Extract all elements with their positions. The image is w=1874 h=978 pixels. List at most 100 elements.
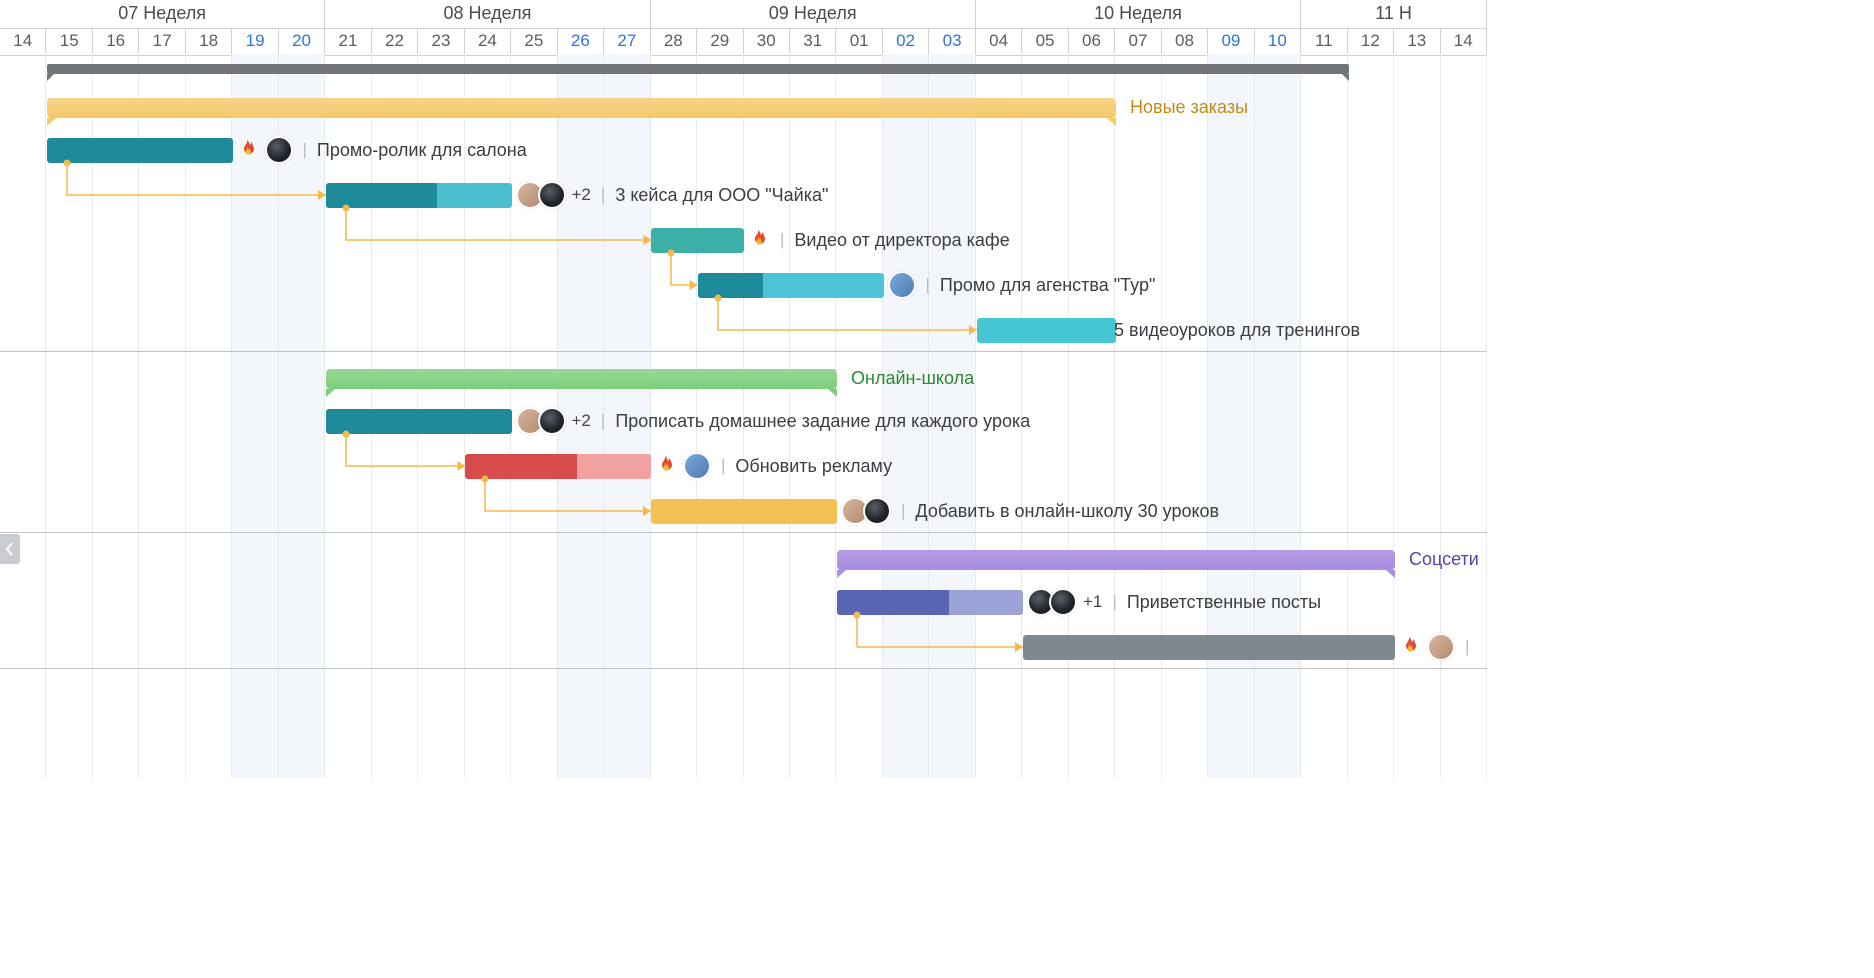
day-number: 07	[1129, 29, 1148, 53]
day-header-cell[interactable]: 13	[1394, 29, 1440, 55]
task-meta: | Промо-ролик для салона	[231, 135, 527, 165]
week-header-cell[interactable]: 07 Неделя	[0, 0, 325, 28]
task-meta: +2 | 3 кейса для ООО "Чайка"	[510, 180, 829, 210]
task-bar[interactable]	[977, 318, 1117, 343]
day-header-cell[interactable]: 16	[93, 29, 139, 55]
week-header-cell[interactable]: 09 Неделя	[651, 0, 976, 28]
week-label: 09 Неделя	[769, 3, 857, 23]
task-bar[interactable]	[698, 273, 884, 298]
day-header-cell[interactable]: 27	[604, 29, 650, 55]
day-header-cell[interactable]: 06	[1069, 29, 1115, 55]
day-header-cell[interactable]: 14	[1441, 29, 1487, 55]
day-header-cell[interactable]: 20	[279, 29, 325, 55]
day-header-cell[interactable]: 10	[1255, 29, 1301, 55]
day-number: 03	[943, 29, 962, 53]
day-header-cell[interactable]: 12	[1348, 29, 1394, 55]
task-title: Промо-ролик для салона	[317, 140, 527, 161]
avatar-plus-count: +2	[572, 185, 591, 205]
avatar-stack	[516, 407, 566, 435]
week-label: 08 Неделя	[444, 3, 532, 23]
avatar	[265, 136, 293, 164]
day-header-cell[interactable]: 26	[558, 29, 604, 55]
day-header-cell[interactable]: 02	[883, 29, 929, 55]
task-bar[interactable]	[326, 409, 512, 434]
task-meta: 5 видеоуроков для тренингов	[1114, 315, 1360, 345]
week-header-cell[interactable]: 08 Неделя	[325, 0, 650, 28]
day-header-cell[interactable]: 01	[836, 29, 882, 55]
day-header-cell[interactable]: 08	[1162, 29, 1208, 55]
avatar-stack	[841, 497, 891, 525]
avatar	[1049, 588, 1077, 616]
group-divider	[0, 351, 1487, 352]
day-header-cell[interactable]: 09	[1208, 29, 1254, 55]
avatar-stack	[516, 181, 566, 209]
dependency-arrow	[852, 610, 1048, 662]
day-header-cell[interactable]: 22	[372, 29, 418, 55]
day-header-cell[interactable]: 14	[0, 29, 46, 55]
day-number: 11	[1315, 29, 1333, 53]
day-header-cell[interactable]: 28	[651, 29, 697, 55]
day-header-cell[interactable]: 03	[929, 29, 975, 55]
day-header-cell[interactable]: 29	[697, 29, 743, 55]
day-header-cell[interactable]: 19	[232, 29, 278, 55]
day-header-cell[interactable]: 07	[1115, 29, 1161, 55]
avatar-stack	[1027, 588, 1077, 616]
task-bar[interactable]	[47, 138, 233, 163]
day-header-cell[interactable]: 17	[139, 29, 185, 55]
group-summary-bar[interactable]	[47, 98, 1117, 118]
day-number: 02	[896, 29, 915, 53]
task-bar[interactable]	[326, 183, 512, 208]
overall-summary-bar[interactable]	[47, 64, 1349, 74]
avatar	[538, 407, 566, 435]
day-number: 12	[1361, 29, 1380, 53]
day-header-cell[interactable]: 04	[976, 29, 1022, 55]
task-title: Прописать домашнее задание для каждого у…	[615, 411, 1030, 432]
separator: |	[1112, 592, 1116, 612]
day-header-cell[interactable]: 25	[511, 29, 557, 55]
group-label: Соцсети	[1409, 549, 1479, 570]
task-title: Промо для агенства "Тур"	[940, 275, 1155, 296]
chevron-left-icon	[5, 542, 15, 556]
group-summary-bar[interactable]	[326, 369, 838, 389]
avatar-stack	[888, 271, 916, 299]
task-meta: |Добавить в онлайн-школу 30 уроков	[835, 496, 1219, 526]
day-number: 13	[1407, 29, 1426, 53]
day-header-cell[interactable]: 05	[1022, 29, 1068, 55]
day-number: 05	[1036, 29, 1055, 53]
task-bar[interactable]	[651, 499, 837, 524]
week-header-cell[interactable]: 11 Н	[1301, 0, 1487, 28]
collapse-panel-button[interactable]	[0, 534, 20, 564]
group-summary-bar[interactable]	[837, 550, 1395, 570]
day-number: 18	[199, 29, 218, 53]
separator: |	[601, 411, 605, 431]
day-number: 26	[571, 29, 590, 53]
day-header-cell[interactable]: 31	[790, 29, 836, 55]
task-meta: |Промо для агенства "Тур"	[882, 270, 1156, 300]
task-meta: |Обновить рекламу	[649, 451, 892, 481]
day-header-cell[interactable]: 15	[46, 29, 92, 55]
day-header-cell[interactable]: 11	[1301, 29, 1347, 55]
task-progress	[698, 273, 763, 298]
task-title: 3 кейса для ООО "Чайка"	[615, 185, 828, 206]
day-header-cell[interactable]: 23	[418, 29, 464, 55]
task-bar[interactable]	[837, 590, 1023, 615]
dependency-arrow	[480, 474, 676, 526]
task-bar[interactable]	[1023, 635, 1395, 660]
separator: |	[601, 185, 605, 205]
day-number: 01	[850, 29, 869, 53]
day-header-cell[interactable]: 24	[465, 29, 511, 55]
separator: |	[901, 501, 905, 521]
task-progress	[465, 454, 577, 479]
day-header-cell[interactable]: 30	[744, 29, 790, 55]
task-bar[interactable]	[465, 454, 651, 479]
day-number: 06	[1082, 29, 1101, 53]
flame-icon	[653, 454, 677, 478]
task-bar[interactable]	[651, 228, 744, 253]
week-header-cell[interactable]: 10 Неделя	[976, 0, 1301, 28]
day-header-cell[interactable]: 21	[325, 29, 371, 55]
day-header-cell[interactable]: 18	[186, 29, 232, 55]
day-number: 04	[989, 29, 1008, 53]
separator: |	[303, 140, 307, 160]
avatar-plus-count: +1	[1083, 592, 1102, 612]
dependency-arrow	[713, 293, 1002, 345]
